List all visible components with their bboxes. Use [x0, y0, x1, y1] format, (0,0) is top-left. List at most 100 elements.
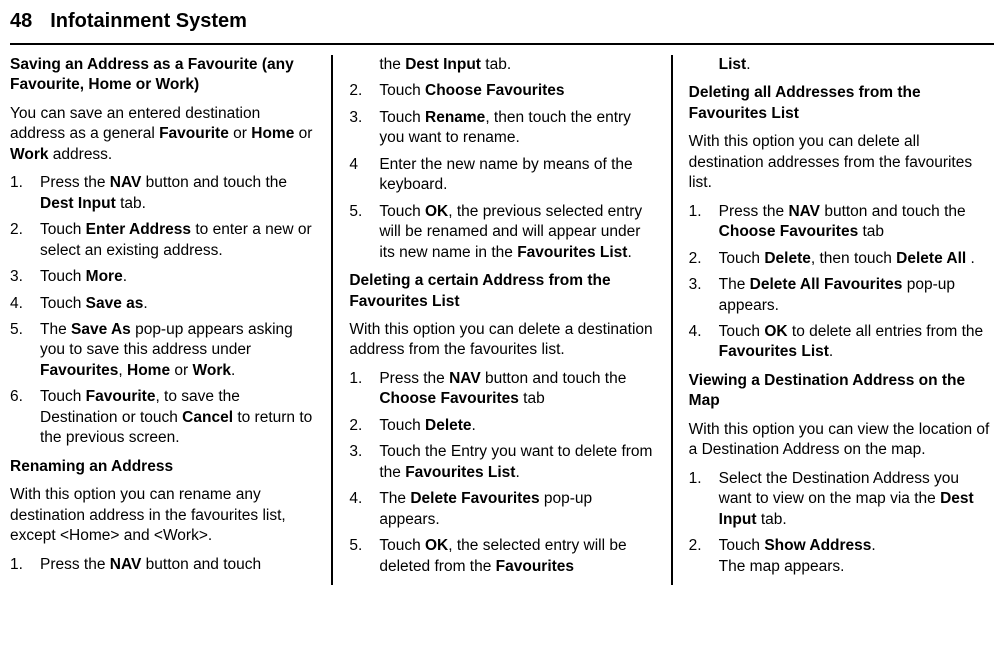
step-text: The Delete All Favourites pop-up appears…: [719, 275, 994, 316]
step-text: Press the NAV button and touch the Choos…: [379, 369, 654, 410]
steps-rename-start: 1. Press the NAV button and touch: [10, 555, 315, 575]
step-text: Touch OK, the selected entry will be del…: [379, 536, 654, 577]
bold-choose-favourites: Choose Favourites: [379, 390, 519, 407]
bold-ok: OK: [764, 323, 787, 340]
step: 2. Touch Choose Favourites: [349, 81, 654, 101]
step: 5. The Save As pop-up appears asking you…: [10, 320, 315, 381]
step-continuation: List.: [689, 55, 994, 75]
heading-view-map: Viewing a Destination Address on the Map: [689, 371, 994, 412]
step-text: Touch Choose Favourites: [379, 81, 654, 101]
text: Touch: [40, 295, 86, 312]
text: Press the: [40, 174, 110, 191]
step-text: Enter the new name by means of the keybo…: [379, 155, 654, 196]
step: 4. Touch OK to delete all entries from t…: [689, 322, 994, 363]
text: Touch: [719, 250, 765, 267]
step-number: 4.: [689, 322, 719, 363]
bold-nav: NAV: [110, 174, 142, 191]
text: .: [515, 464, 519, 481]
step-text: The Delete Favourites pop-up appears.: [379, 489, 654, 530]
step-number: 1.: [689, 202, 719, 243]
text: tab.: [757, 511, 787, 528]
step-text: Touch Delete, then touch Delete All .: [719, 249, 994, 269]
page-header: 48 Infotainment System: [10, 10, 994, 39]
step-number: 2.: [349, 81, 379, 101]
text: , then touch: [811, 250, 896, 267]
step-number: 3.: [10, 267, 40, 287]
step: 3. Touch More.: [10, 267, 315, 287]
bold-nav: NAV: [110, 556, 142, 573]
text: or: [170, 362, 192, 379]
text: Press the: [379, 370, 449, 387]
step: 3. Touch the Entry you want to delete fr…: [349, 442, 654, 483]
step: 4. The Delete Favourites pop-up appears.: [349, 489, 654, 530]
step-number: 1.: [689, 469, 719, 530]
heading-delete-one: Deleting a certain Address from the Favo…: [349, 271, 654, 312]
bold-choose-favourites: Choose Favourites: [425, 82, 565, 99]
text: .: [627, 244, 631, 261]
text: The: [379, 490, 410, 507]
column-divider: [671, 55, 673, 585]
text: .: [746, 56, 750, 73]
bold-home: Home: [251, 125, 294, 142]
step: 4 Enter the new name by means of the key…: [349, 155, 654, 196]
bold-nav: NAV: [449, 370, 481, 387]
step: 1. Press the NAV button and touch the Ch…: [349, 369, 654, 410]
step: 5. Touch OK, the selected entry will be …: [349, 536, 654, 577]
step-text: Touch OK to delete all entries from the …: [719, 322, 994, 363]
step-number: 1.: [10, 173, 40, 214]
para-save-intro: You can save an entered destination addr…: [10, 104, 315, 165]
heading-delete-all: Deleting all Addresses from the Favourit…: [689, 83, 994, 124]
column-divider: [331, 55, 333, 585]
text: The: [40, 321, 71, 338]
text: button and touch the: [141, 174, 287, 191]
bold-save-as: Save As: [71, 321, 131, 338]
text: or: [229, 125, 251, 142]
text: Touch: [719, 537, 765, 554]
text: Touch: [379, 82, 425, 99]
text: tab: [519, 390, 545, 407]
step: 2. Touch Enter Address to enter a new or…: [10, 220, 315, 261]
text: button and touch: [141, 556, 261, 573]
text: button and touch the: [481, 370, 627, 387]
text: Touch: [379, 537, 425, 554]
text: Touch: [40, 388, 86, 405]
bold-favourites-list: Favourites List: [405, 464, 515, 481]
step-number: 6.: [10, 387, 40, 448]
text: Press the: [719, 203, 789, 220]
step-number: 5.: [349, 202, 379, 263]
heading-renaming: Renaming an Address: [10, 457, 315, 477]
text: ,: [118, 362, 127, 379]
step: 2. Touch Show Address.The map appears.: [689, 536, 994, 577]
bold-enter-address: Enter Address: [86, 221, 191, 238]
step-text: Touch Show Address.The map appears.: [719, 536, 994, 577]
text: Touch: [40, 268, 86, 285]
bold-cancel: Cancel: [182, 409, 233, 426]
text: .: [472, 417, 476, 434]
step: 1. Press the NAV button and touch the Ch…: [689, 202, 994, 243]
bold-more: More: [86, 268, 123, 285]
bold-favourites: Favourites: [40, 362, 118, 379]
bold-delete: Delete: [425, 417, 472, 434]
step-text: Touch Favourite, to save the Destination…: [40, 387, 315, 448]
step-text: The Save As pop-up appears asking you to…: [40, 320, 315, 381]
para-delete-intro: With this option you can delete a destin…: [349, 320, 654, 361]
text: Touch: [379, 417, 425, 434]
text: .: [966, 250, 975, 267]
text: Select the Destination Address you want …: [719, 470, 959, 507]
step: 3. The Delete All Favourites pop-up appe…: [689, 275, 994, 316]
bold-dest-input: Dest Input: [40, 195, 116, 212]
bold-list: List: [719, 56, 747, 73]
text: tab.: [481, 56, 511, 73]
text: .: [231, 362, 235, 379]
text: .: [829, 343, 833, 360]
step-continuation: the Dest Input tab.: [349, 55, 654, 75]
step-number: 3.: [349, 442, 379, 483]
step-text: Touch Enter Address to enter a new or se…: [40, 220, 315, 261]
steps-rename-cont: the Dest Input tab. 2. Touch Choose Favo…: [349, 55, 654, 263]
step-number: 2.: [10, 220, 40, 261]
step: 1. Press the NAV button and touch: [10, 555, 315, 575]
bold-dest-input: Dest Input: [405, 56, 481, 73]
step-text: the Dest Input tab.: [379, 55, 654, 75]
para-rename-intro: With this option you can rename any dest…: [10, 485, 315, 546]
bold-favourite: Favourite: [159, 125, 229, 142]
